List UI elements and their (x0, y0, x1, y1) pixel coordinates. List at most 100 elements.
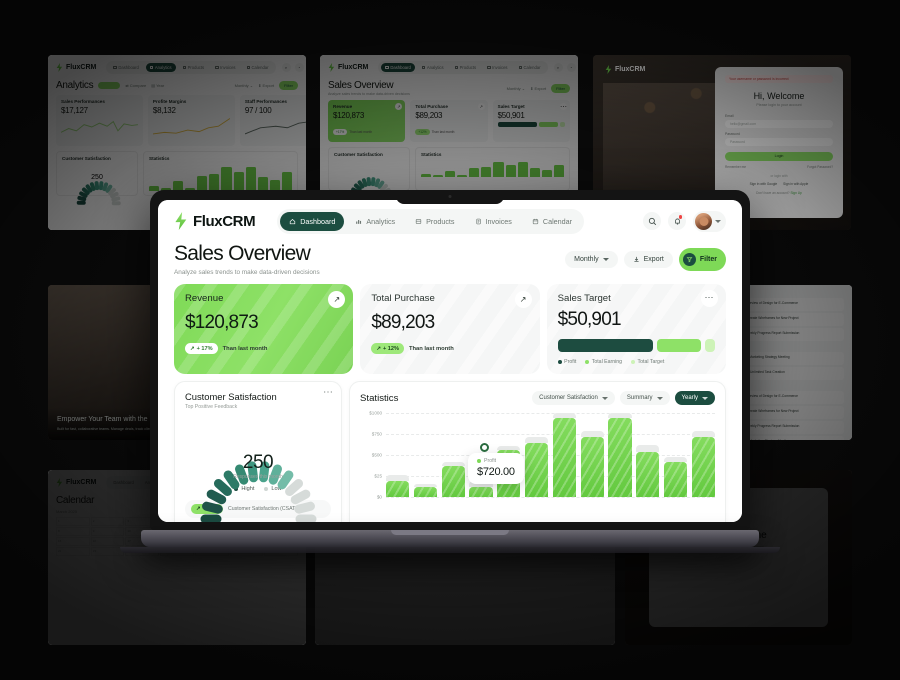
mini-period[interactable]: Monthly ⌄ (235, 83, 253, 88)
calendar-cell[interactable]: 1 (56, 517, 90, 526)
more-horizontal-icon[interactable]: ⋯ (323, 387, 334, 398)
mini-nav-calendar[interactable]: Calendar (243, 63, 273, 72)
kpi-delta-badge: ↗ + 12% (371, 343, 404, 354)
mini-nav-invoices[interactable]: Invoices (483, 63, 511, 72)
mini-filter[interactable]: Filter (279, 81, 298, 90)
kpi-delta-badge: ↗ + 17% (185, 343, 218, 354)
trend-up-icon: ↗ (196, 506, 201, 512)
login-apple-button[interactable]: Sign in with Apple (783, 182, 808, 186)
bar-column[interactable] (386, 413, 410, 497)
mini-csat-card[interactable]: Customer Satisfaction (328, 147, 410, 201)
mini-export[interactable]: ⬇ Export (530, 86, 546, 91)
mini-kpi-revenue[interactable]: ↗ Revenue $120,873 +17% Than last month (328, 100, 406, 142)
mini-nav-calendar[interactable]: Calendar (515, 63, 545, 72)
nav-item-dashboard[interactable]: Dashboard (280, 211, 345, 231)
more-horizontal-icon[interactable]: ⋯ (559, 103, 567, 111)
main-nav[interactable]: Dashboard Analytics Products Invoices Ca… (277, 208, 585, 234)
bell-icon[interactable]: ◔ (294, 63, 304, 72)
mini-stats-title: Statistics (149, 156, 170, 161)
app-logo[interactable]: FluxCRM (174, 212, 256, 230)
mini-kpi-sales-target[interactable]: ⋯ Sales Target $50,901 (492, 100, 570, 142)
mini-nav-dashboard[interactable]: Dashboard (109, 63, 143, 72)
login-submit-button[interactable]: Login (725, 152, 833, 161)
mini-nav-invoices[interactable]: Invoices (211, 63, 239, 72)
mini-csat-card[interactable]: Customer Satisfaction 250 (56, 151, 138, 205)
nav-item-products[interactable]: Products (406, 212, 463, 231)
period-select[interactable]: Monthly (565, 251, 618, 268)
nav-item-invoices[interactable]: Invoices (466, 212, 521, 231)
bar-column[interactable] (691, 413, 716, 497)
bar-column[interactable] (580, 413, 604, 497)
bar-column[interactable] (552, 413, 577, 497)
bar-value (413, 486, 438, 497)
mini-period[interactable]: Monthly ⌄ (507, 86, 525, 91)
mini-nav-dashboard[interactable]: Dashboard (381, 63, 415, 72)
avatar[interactable] (695, 212, 712, 230)
login-remember-checkbox[interactable]: Remember me (725, 165, 746, 169)
mini-year-btn[interactable]: ▤ Year (151, 83, 164, 88)
gauge-segment (295, 514, 316, 522)
nav-item-calendar[interactable]: Calendar (523, 212, 581, 231)
laptop-foot (120, 547, 780, 553)
mini-nav-products[interactable]: Products (451, 63, 481, 72)
arrow-up-right-icon[interactable]: ↗ (395, 103, 403, 110)
bar-column[interactable] (524, 413, 549, 497)
home-icon (113, 65, 117, 70)
mini-card-profit-margins[interactable]: Profite Margins $8,132 (147, 95, 235, 146)
mini-filter[interactable]: Filter (551, 83, 570, 93)
nav-item-analytics[interactable]: Analytics (346, 212, 404, 231)
mini-card-sales-performance[interactable]: Sales Performances $17,127 (56, 95, 143, 146)
statistics-metric-select[interactable]: Customer Satisfaction (532, 391, 615, 405)
search-icon[interactable] (643, 212, 661, 230)
photo-logo: FluxCRM (605, 65, 645, 74)
kpi-card-revenue[interactable]: ↗ Revenue $120,873 ↗ + 17% Than last mon… (174, 284, 354, 374)
bar-column[interactable] (663, 413, 688, 497)
bar-value (608, 418, 632, 497)
mini-compare-btn[interactable]: ⇄ Compare (125, 83, 146, 88)
kpi-card-sales-target[interactable]: ⋯ Sales Target $50,901 Profit Total Earn… (546, 284, 726, 374)
statistics-range-select[interactable]: Yearly (674, 391, 715, 405)
mini-statistics-card[interactable]: Statistics (415, 147, 570, 191)
mini-nav-analytics[interactable]: Analytics (145, 63, 176, 72)
filter-button[interactable]: Filter (678, 248, 726, 271)
mini-nav-pills[interactable]: Dashboard Analytics Products Invoices Ca… (106, 61, 276, 74)
mini-toggle[interactable] (98, 82, 121, 89)
mini-nav-pills[interactable]: Dashboard Analytics Products Invoices Ca… (378, 61, 548, 74)
bell-icon[interactable]: ◔ (566, 63, 576, 72)
login-password-field[interactable]: Password (725, 138, 833, 146)
statistics-card[interactable]: Statistics Customer Satisfaction Summary (349, 381, 726, 522)
mini-stats-title: Statistics (421, 152, 442, 157)
search-icon[interactable]: ⌕ (553, 63, 563, 72)
profile-menu[interactable] (693, 210, 726, 232)
statistics-summary-select[interactable]: Summary (619, 391, 670, 405)
mini-card-staff-performance[interactable]: Staff Performances 97 / 100 (239, 95, 306, 146)
login-email-field[interactable]: hello@gmail.com (725, 120, 833, 128)
calendar-cell[interactable]: 22 (56, 547, 90, 556)
calendar-cell[interactable]: 15 (56, 537, 90, 546)
customer-satisfaction-card[interactable]: ⋯ Customer Satisfaction Top Positive Fee… (174, 381, 342, 522)
mini-nav-products[interactable]: Products (179, 63, 209, 72)
login-forgot-link[interactable]: Forgot Password? (807, 165, 833, 169)
bar-column[interactable] (413, 413, 438, 497)
kpi-card-total-purchase[interactable]: ↗ Total Purchase $89,203 ↗ + 12% Than la… (360, 284, 540, 374)
mini-kpi-total-purchase[interactable]: ↗ Total Purchase $89,203 +12% Than last m… (410, 100, 488, 142)
login-google-button[interactable]: Sign in with Google (750, 182, 777, 186)
mini-nav-analytics[interactable]: Analytics (418, 63, 448, 72)
mini-nav-dashboard[interactable]: Dashboard (109, 478, 138, 487)
arrow-up-right-icon[interactable]: ↗ (477, 103, 485, 110)
bar-column[interactable] (636, 413, 660, 497)
bar-column[interactable] (441, 413, 465, 497)
login-signup-link[interactable]: Sign Up (790, 191, 801, 195)
mini-card-title: Staff Performances (244, 99, 287, 104)
bell-icon[interactable] (668, 212, 686, 230)
mini-export[interactable]: ⬇ Export (258, 83, 274, 88)
calendar-cell[interactable]: 16 (90, 537, 125, 546)
export-button[interactable]: Export (623, 251, 673, 268)
search-icon[interactable]: ⌕ (281, 63, 291, 72)
calendar-cell[interactable]: 2 (90, 517, 125, 526)
calendar-cell[interactable]: 9 (90, 527, 125, 536)
box-icon (415, 218, 422, 225)
chevron-down-icon (702, 396, 708, 400)
bar-column[interactable] (608, 413, 632, 497)
calendar-cell[interactable]: 8 (56, 527, 90, 536)
